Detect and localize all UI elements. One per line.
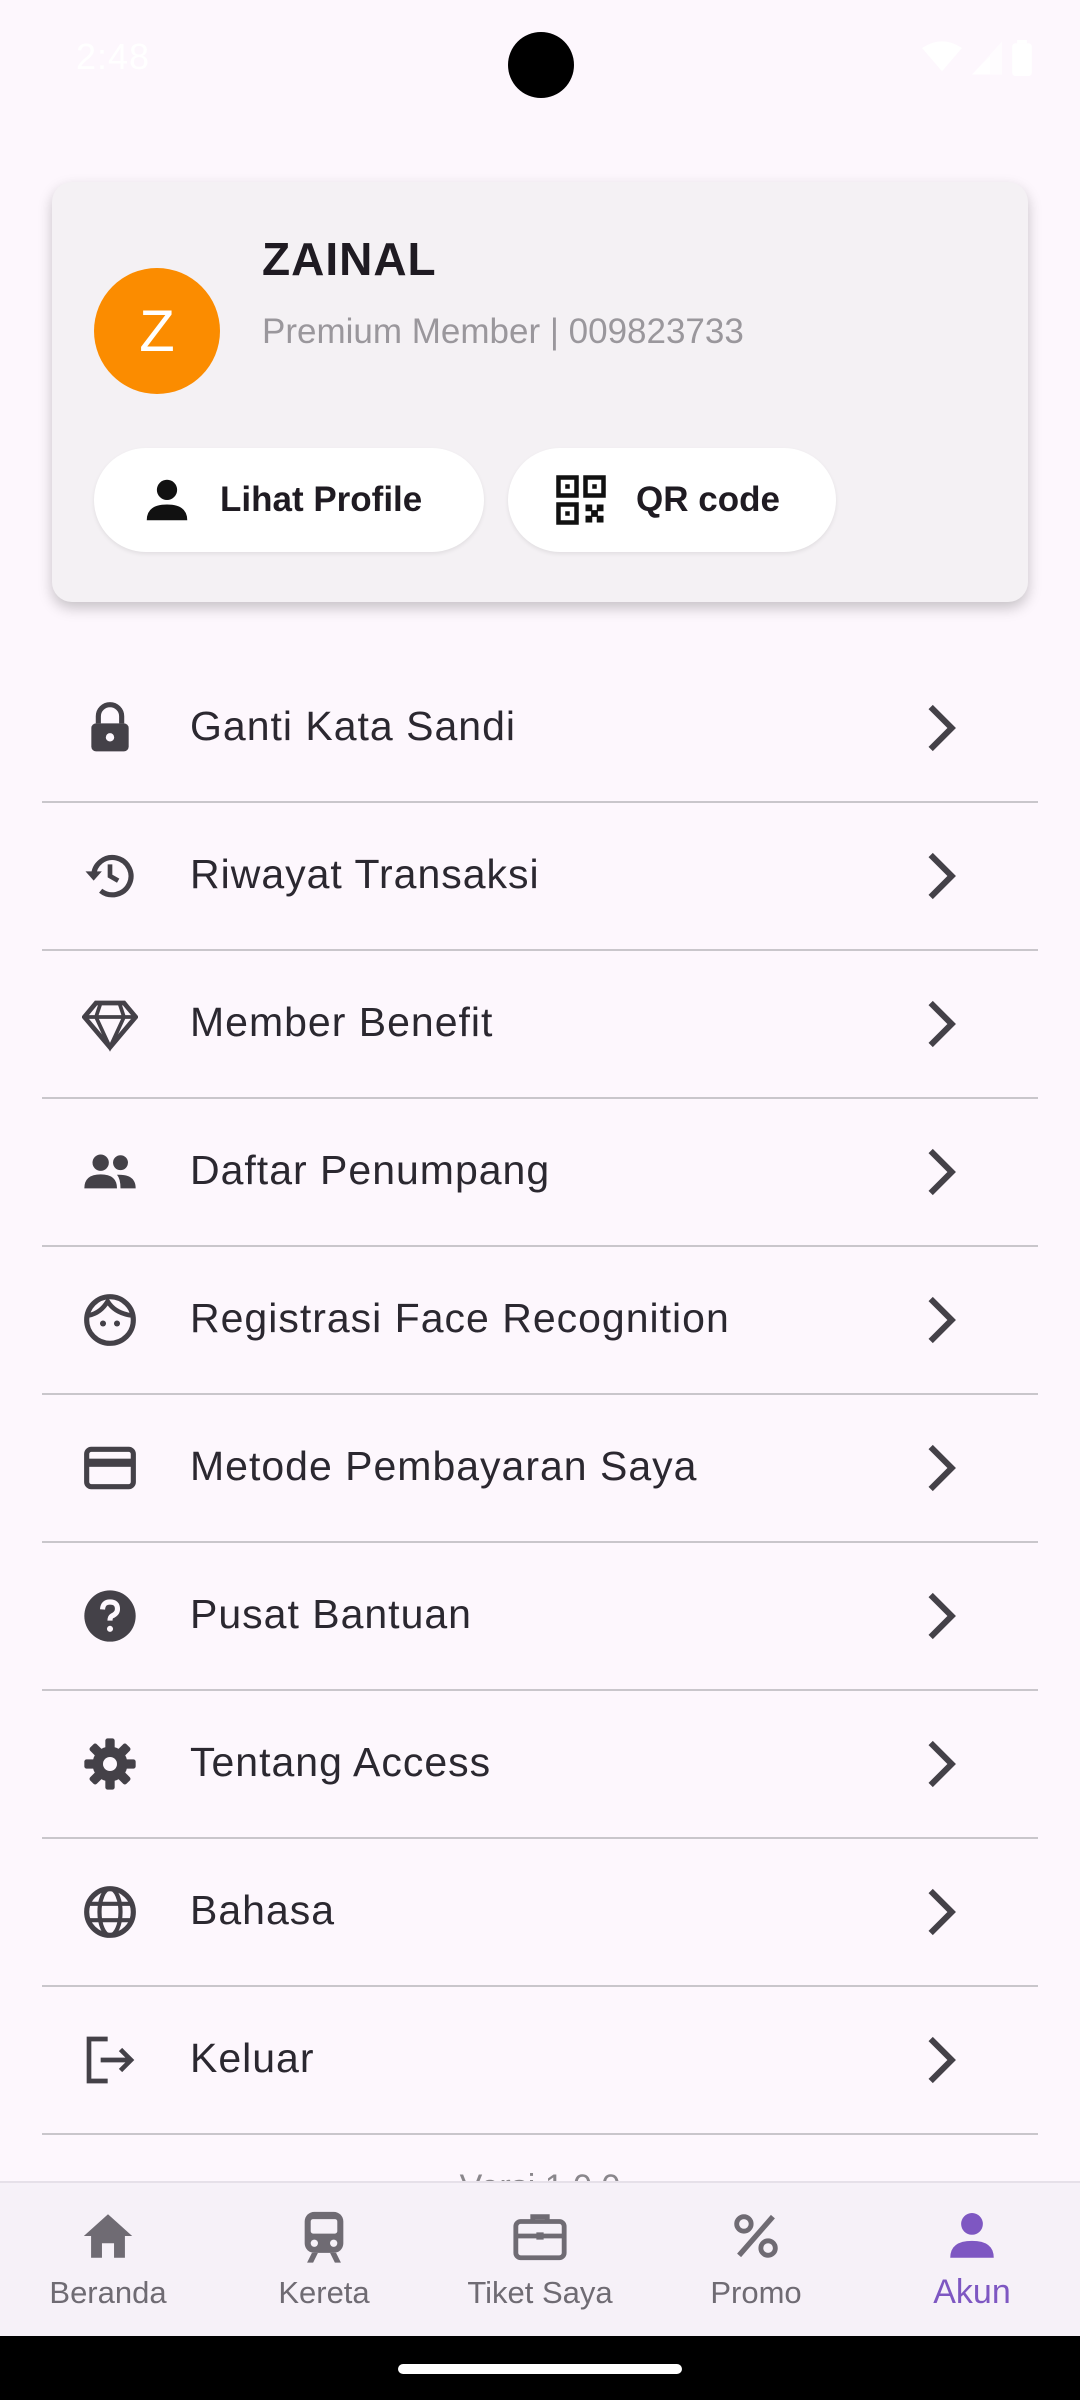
view-profile-button[interactable]: Lihat Profile	[94, 448, 484, 552]
history-icon	[85, 854, 134, 898]
qr-code-label: QR code	[636, 480, 780, 519]
menu-item-about[interactable]: Tentang Access	[42, 1691, 1038, 1839]
nav-tab-home[interactable]: Beranda	[0, 2183, 216, 2338]
menu-item-logout[interactable]: Keluar	[42, 1987, 1038, 2135]
user-name: ZAINAL	[262, 233, 437, 285]
home-icon	[83, 2214, 133, 2258]
status-icons	[922, 40, 1032, 81]
chevron-right-icon	[928, 1444, 956, 1492]
camera-cutout	[508, 32, 574, 98]
menu-item-payment-methods[interactable]: Metode Pembayaran Saya	[42, 1395, 1038, 1543]
battery-icon	[1012, 40, 1032, 81]
nav-tab-label: Akun	[933, 2273, 1011, 2311]
profile-card: Z ZAINAL Premium Member | 009823733 Liha…	[52, 182, 1028, 602]
status-time: 2:48	[76, 36, 151, 77]
menu-item-face-registration[interactable]: Registrasi Face Recognition	[42, 1247, 1038, 1395]
menu-item-label: Riwayat Transaksi	[190, 851, 540, 897]
menu-item-change-password[interactable]: Ganti Kata Sandi	[42, 655, 1038, 803]
percent-icon	[734, 2214, 778, 2258]
account-menu: Ganti Kata Sandi Riwayat Transaksi Membe…	[42, 655, 1038, 2135]
lock-icon	[91, 702, 129, 752]
briefcase-icon	[513, 2214, 567, 2261]
menu-item-label: Member Benefit	[190, 999, 494, 1045]
membership-info: Premium Member | 009823733	[262, 312, 744, 351]
menu-item-label: Tentang Access	[190, 1739, 492, 1785]
menu-item-label: Registrasi Face Recognition	[190, 1295, 730, 1341]
globe-icon	[84, 1886, 136, 1938]
chevron-right-icon	[928, 852, 956, 900]
signal-icon	[972, 41, 1002, 80]
menu-item-transaction-history[interactable]: Riwayat Transaksi	[42, 803, 1038, 951]
wifi-icon	[922, 41, 962, 80]
menu-item-passenger-list[interactable]: Daftar Penumpang	[42, 1099, 1038, 1247]
credit-card-icon	[84, 1446, 136, 1490]
menu-item-language[interactable]: Bahasa	[42, 1839, 1038, 1987]
chevron-right-icon	[928, 1740, 956, 1788]
help-icon	[84, 1590, 136, 1642]
view-profile-label: Lihat Profile	[220, 480, 423, 519]
nav-tab-promo[interactable]: Promo	[648, 2183, 864, 2338]
menu-item-label: Keluar	[190, 2035, 315, 2081]
nav-tab-label: Beranda	[49, 2275, 167, 2310]
gear-icon	[84, 1738, 136, 1790]
nav-tab-label: Tiket Saya	[467, 2275, 613, 2310]
avatar: Z	[94, 268, 220, 394]
bottom-navigation: Beranda Kereta Tiket Saya Promo Akun	[0, 2181, 1080, 2338]
menu-item-member-benefit[interactable]: Member Benefit	[42, 951, 1038, 1099]
menu-item-label: Bahasa	[190, 1887, 336, 1933]
gesture-handle[interactable]	[398, 2364, 682, 2374]
chevron-right-icon	[928, 1888, 956, 1936]
qr-code-icon	[556, 475, 606, 525]
diamond-icon	[82, 1000, 138, 1052]
menu-item-help-center[interactable]: Pusat Bantuan	[42, 1543, 1038, 1691]
menu-item-label: Metode Pembayaran Saya	[190, 1443, 698, 1489]
nav-tab-train[interactable]: Kereta	[216, 2183, 432, 2338]
people-icon	[84, 1154, 136, 1189]
chevron-right-icon	[928, 1296, 956, 1344]
account-icon	[950, 2213, 994, 2258]
chevron-right-icon	[928, 1148, 956, 1196]
nav-tab-label: Kereta	[278, 2275, 370, 2310]
menu-item-label: Ganti Kata Sandi	[190, 703, 516, 749]
face-icon	[84, 1294, 136, 1346]
status-bar: 2:48	[0, 0, 1080, 120]
qr-code-button[interactable]: QR code	[508, 448, 836, 552]
chevron-right-icon	[928, 1592, 956, 1640]
chevron-right-icon	[928, 2036, 956, 2084]
train-icon	[304, 2211, 344, 2263]
person-icon	[146, 479, 188, 521]
nav-tab-label: Promo	[710, 2275, 802, 2310]
nav-tab-my-tickets[interactable]: Tiket Saya	[432, 2183, 648, 2338]
menu-item-label: Daftar Penumpang	[190, 1147, 551, 1193]
menu-item-label: Pusat Bantuan	[190, 1591, 472, 1637]
nav-tab-account[interactable]: Akun	[864, 2183, 1080, 2338]
logout-icon	[86, 2036, 135, 2084]
chevron-right-icon	[928, 704, 956, 752]
chevron-right-icon	[928, 1000, 956, 1048]
